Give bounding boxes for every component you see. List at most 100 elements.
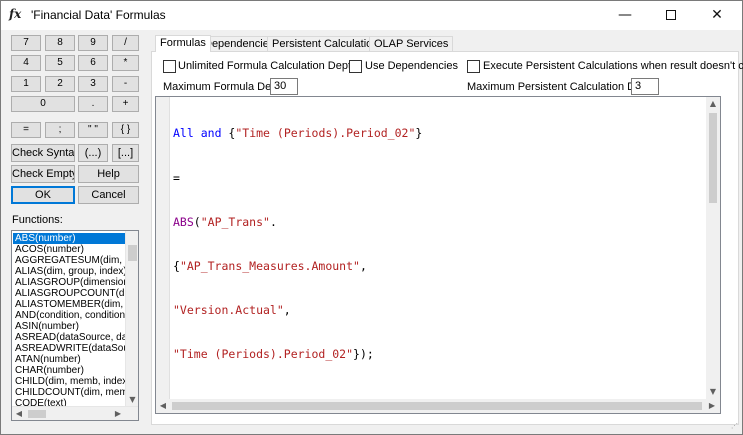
keyword-all: All xyxy=(173,126,194,141)
list-item[interactable]: ALIASGROUPCOUNT(dime xyxy=(13,288,125,299)
check-empty-button[interactable]: Check Empty xyxy=(11,165,75,183)
parentheses-button[interactable]: (...) xyxy=(78,144,108,162)
formulas-dialog: fx 'Financial Data' Formulas — ✕ 7 8 9 /… xyxy=(0,0,743,435)
functions-horizontal-scrollbar[interactable]: ◀ ▶ xyxy=(12,406,138,420)
list-item[interactable]: ALIASGROUP(dimension, i xyxy=(13,277,125,288)
string-literal: "Time (Periods).Period_02" xyxy=(173,346,354,361)
keyword-and: and xyxy=(200,126,222,141)
list-item[interactable]: ABS(number) xyxy=(13,233,125,244)
functions-list[interactable]: ABS(number) ACOS(number) AGGREGATESUM(di… xyxy=(11,230,139,421)
key-braces[interactable]: { } xyxy=(112,122,139,138)
window-title: 'Financial Data' Formulas xyxy=(31,8,166,22)
key-4[interactable]: 4 xyxy=(11,55,41,71)
scrollbar-thumb[interactable] xyxy=(28,410,46,418)
dot: . xyxy=(269,214,277,229)
key-3[interactable]: 3 xyxy=(78,76,108,92)
execute-persistent-checkbox[interactable] xyxy=(467,60,480,73)
cancel-button[interactable]: Cancel xyxy=(78,186,139,204)
key-multiply[interactable]: * xyxy=(112,55,139,71)
help-button[interactable]: Help xyxy=(78,165,139,183)
use-dependencies-checkbox[interactable] xyxy=(349,60,362,73)
key-semicolon[interactable]: ; xyxy=(45,122,75,138)
use-dependencies-label: Use Dependencies xyxy=(365,60,458,72)
tab-olap-services[interactable]: OLAP Services xyxy=(369,36,454,52)
list-item[interactable]: AGGREGATESUM(dim, me xyxy=(13,255,125,266)
tab-formulas[interactable]: Formulas xyxy=(155,35,211,52)
equals-sign: = xyxy=(173,170,180,185)
key-equals[interactable]: = xyxy=(11,122,41,138)
functions-label: Functions: xyxy=(12,214,63,226)
string-literal: "AP_Trans_Measures.Amount" xyxy=(179,258,360,273)
list-item[interactable]: AND(condition, condition, ... xyxy=(13,310,125,321)
scrollbar-thumb[interactable] xyxy=(128,245,137,261)
scroll-left-arrow-icon[interactable]: ◀ xyxy=(13,408,25,420)
list-item[interactable]: ACOS(number) xyxy=(13,244,125,255)
key-1[interactable]: 1 xyxy=(11,76,41,92)
statement-end: }); xyxy=(353,346,374,361)
paren-open: ( xyxy=(193,214,201,229)
unlimited-depth-label: Unlimited Formula Calculation Depth xyxy=(178,60,358,72)
function-abs: ABS xyxy=(173,214,194,229)
resize-grip-icon[interactable]: ⋰ xyxy=(731,423,739,431)
editor-horizontal-scrollbar[interactable]: ◀ ▶ xyxy=(156,399,720,413)
key-8[interactable]: 8 xyxy=(45,35,75,51)
maximize-button[interactable] xyxy=(648,1,694,30)
brace-open: { xyxy=(221,126,236,141)
key-5[interactable]: 5 xyxy=(45,55,75,71)
key-plus[interactable]: + xyxy=(112,96,139,112)
key-quotes[interactable]: " " xyxy=(78,122,108,138)
max-formula-depth-input[interactable]: 30 xyxy=(270,78,298,95)
functions-vertical-scrollbar[interactable]: ▼ xyxy=(125,231,138,406)
code-line-6: "Time (Periods).Period_02"}); xyxy=(173,347,703,362)
key-9[interactable]: 9 xyxy=(78,35,108,51)
scroll-up-arrow-icon[interactable]: ▲ xyxy=(707,98,719,110)
list-item[interactable]: ASREAD(dataSource, data xyxy=(13,332,125,343)
editor-vertical-scrollbar[interactable]: ▲ ▼ xyxy=(706,97,720,399)
scroll-right-arrow-icon[interactable]: ▶ xyxy=(706,400,718,412)
scroll-left-arrow-icon[interactable]: ◀ xyxy=(157,400,169,412)
list-item[interactable]: CHAR(number) xyxy=(13,365,125,376)
list-item[interactable]: ASREADWRITE(dataSourc xyxy=(13,343,125,354)
list-item[interactable]: CHILDCOUNT(dim, memb) xyxy=(13,387,125,398)
key-0[interactable]: 0 xyxy=(11,96,75,112)
list-item[interactable]: ALIASTOMEMBER(dim, gro xyxy=(13,299,125,310)
scroll-down-arrow-icon[interactable]: ▼ xyxy=(707,386,719,398)
brace-open: { xyxy=(173,258,180,273)
brace-close: } xyxy=(415,126,423,141)
scroll-right-arrow-icon[interactable]: ▶ xyxy=(112,408,124,420)
string-literal: "Time (Periods).Period_02" xyxy=(235,126,416,141)
key-divide[interactable]: / xyxy=(112,35,139,51)
scrollbar-thumb[interactable] xyxy=(709,113,717,203)
formula-code[interactable]: All and {"Time (Periods).Period_02"} = A… xyxy=(173,97,703,391)
key-2[interactable]: 2 xyxy=(45,76,75,92)
editor-gutter xyxy=(156,97,170,399)
code-line-5: "Version.Actual", xyxy=(173,303,703,318)
close-button[interactable]: ✕ xyxy=(694,1,740,30)
key-6[interactable]: 6 xyxy=(78,55,108,71)
comma: , xyxy=(283,302,291,317)
scroll-down-arrow-icon[interactable]: ▼ xyxy=(126,394,138,406)
minimize-button[interactable]: — xyxy=(602,1,648,30)
scrollbar-thumb[interactable] xyxy=(172,402,702,410)
code-line-1: All and {"Time (Periods).Period_02"} xyxy=(173,126,703,141)
code-line-4: {"AP_Trans_Measures.Amount", xyxy=(173,259,703,274)
key-dot[interactable]: . xyxy=(78,96,108,112)
string-literal: "Version.Actual" xyxy=(173,302,284,317)
list-item[interactable]: ALIAS(dim, group, index) xyxy=(13,266,125,277)
title-bar: fx 'Financial Data' Formulas — ✕ xyxy=(1,1,742,30)
key-7[interactable]: 7 xyxy=(11,35,41,51)
list-item[interactable]: CHILD(dim, memb, index) xyxy=(13,376,125,387)
list-item[interactable]: ASIN(number) xyxy=(13,321,125,332)
unlimited-depth-checkbox[interactable] xyxy=(163,60,176,73)
code-line-3: ABS("AP_Trans". xyxy=(173,215,703,230)
maximize-icon xyxy=(666,10,676,20)
ok-button[interactable]: OK xyxy=(11,186,75,204)
max-persistent-depth-input[interactable]: 3 xyxy=(631,78,659,95)
formula-editor[interactable]: All and {"Time (Periods).Period_02"} = A… xyxy=(155,96,721,414)
check-syntax-button[interactable]: Check Syntax xyxy=(11,144,75,162)
fx-icon: fx xyxy=(9,7,22,21)
key-minus[interactable]: - xyxy=(112,76,139,92)
list-item[interactable]: ATAN(number) xyxy=(13,354,125,365)
comma: , xyxy=(359,258,367,273)
brackets-button[interactable]: [...] xyxy=(112,144,139,162)
